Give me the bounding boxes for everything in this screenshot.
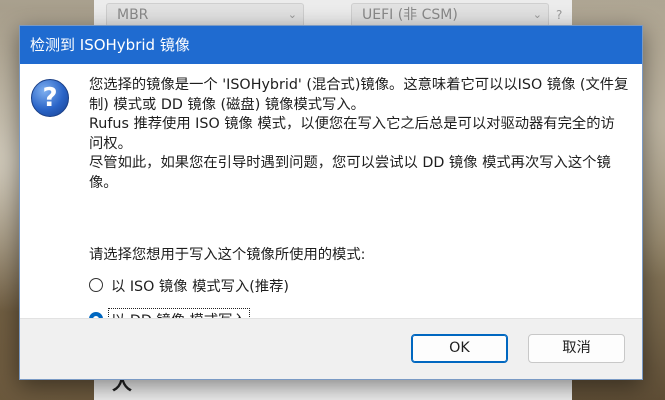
dialog-content: ? 您选择的镜像是一个 'ISOHybrid' (混合式)镜像。这意味着它可以以… xyxy=(20,64,642,331)
partition-scheme-value: MBR xyxy=(117,7,149,23)
isohybrid-dialog: 检测到 ISOHybrid 镜像 ? 您选择的镜像是一个 'ISOHybrid'… xyxy=(19,25,643,380)
option-iso-mode-label[interactable]: 以 ISO 镜像 模式写入(推荐) xyxy=(109,275,291,296)
message-paragraph-2: Rufus 推荐使用 ISO 镜像 模式，以便您在写入它之后总是可以对驱动器有完… xyxy=(89,116,615,152)
cancel-button[interactable]: 取消 xyxy=(528,334,625,363)
target-system-value: UEFI (非 CSM) xyxy=(362,7,458,23)
message-paragraph-1: 您选择的镜像是一个 'ISOHybrid' (混合式)镜像。这意味着它可以以IS… xyxy=(89,77,629,113)
question-icon: ? xyxy=(31,79,69,117)
chevron-down-icon: ⌄ xyxy=(532,8,542,21)
dialog-title: 检测到 ISOHybrid 镜像 xyxy=(30,36,190,54)
help-icon: ? xyxy=(556,8,563,22)
dialog-message: 您选择的镜像是一个 'ISOHybrid' (混合式)镜像。这意味着它可以以IS… xyxy=(89,76,629,193)
radio-iso-mode[interactable] xyxy=(89,278,103,292)
dialog-footer: OK 取消 xyxy=(20,318,642,379)
mode-prompt: 请选择您想用于写入这个镜像所使用的模式: xyxy=(89,247,366,263)
message-paragraph-3: 尽管如此，如果您在引导时遇到问题，您可以尝试以 DD 镜像 模式再次写入这个镜像… xyxy=(89,155,611,191)
option-iso-mode[interactable]: 以 ISO 镜像 模式写入(推荐) xyxy=(89,274,291,296)
dialog-titlebar: 检测到 ISOHybrid 镜像 xyxy=(20,26,642,64)
partition-scheme-combo: MBR ⌄ xyxy=(106,3,304,27)
ok-button[interactable]: OK xyxy=(411,334,508,363)
chevron-down-icon: ⌄ xyxy=(287,8,297,21)
target-system-combo: UEFI (非 CSM) ⌄ xyxy=(351,3,549,27)
